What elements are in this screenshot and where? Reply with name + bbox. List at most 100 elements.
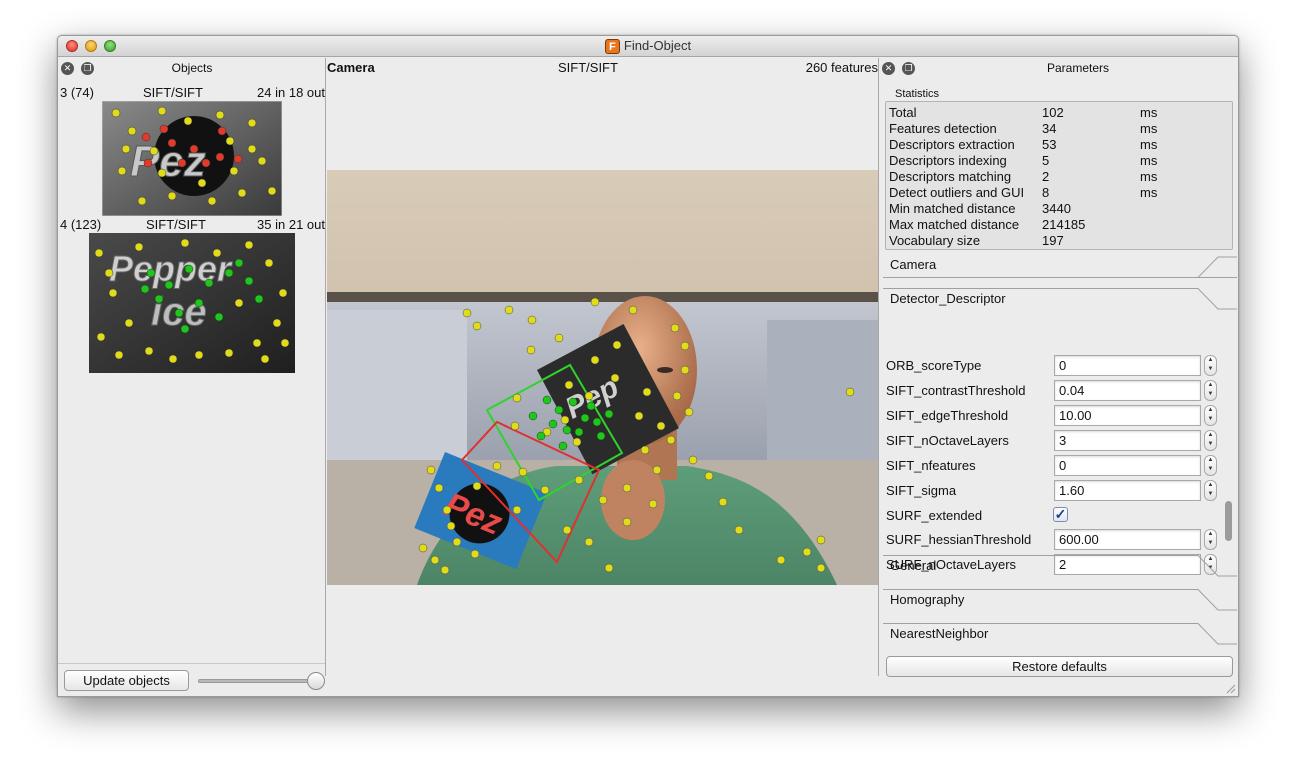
- stat-row: Detect outliers and GUI 8 ms: [889, 185, 1229, 201]
- stat-row: Descriptors indexing 5 ms: [889, 153, 1229, 169]
- param-row: SIFT_nOctaveLayers 3 ▲ ▼: [883, 429, 1223, 454]
- object-3-thumbnail[interactable]: Pez: [102, 101, 282, 216]
- parameters-dock: ✕ ❐ Parameters Statistics Total 102 ms F…: [879, 58, 1238, 677]
- stat-unit: ms: [1140, 105, 1158, 120]
- title-bar: F Find-Object: [58, 36, 1238, 57]
- main-window: F Find-Object ✕ ❐ Objects 3 (74) SIFT/SIF…: [57, 35, 1239, 697]
- object-header: 4 (123) SIFT/SIFT 35 in 21 out: [59, 217, 325, 233]
- stat-row: Max matched distance 214185: [889, 217, 1229, 233]
- object-id-label: 3 (74): [60, 85, 94, 100]
- stat-unit: ms: [1140, 121, 1158, 136]
- section-homography-label: Homography: [890, 592, 965, 607]
- stat-name: Total: [889, 105, 917, 120]
- svg-text:Pez: Pez: [130, 137, 206, 186]
- camera-image[interactable]: Pep Pez: [327, 170, 878, 585]
- objects-dock-title: Objects: [171, 61, 213, 75]
- object-inout-label: 24 in 18 out: [257, 85, 325, 100]
- object-inout-label: 35 in 21 out: [257, 217, 325, 232]
- stat-unit: ms: [1140, 153, 1158, 168]
- param-input[interactable]: 10.00: [1054, 405, 1201, 426]
- statistics-box: Total 102 ms Features detection 34 ms De…: [885, 101, 1233, 250]
- param-spinner-icon[interactable]: ▲ ▼: [1204, 380, 1217, 401]
- object-size-slider-knob[interactable]: [307, 672, 325, 690]
- section-detector-descriptor[interactable]: Detector_Descriptor: [883, 288, 1237, 312]
- param-spinner-icon[interactable]: ▲ ▼: [1204, 405, 1217, 426]
- detector-descriptor-params: ORB_scoreType 0 ▲ ▼ SIFT_contrastThreshol…: [883, 354, 1235, 580]
- stat-row: Features detection 34 ms: [889, 121, 1229, 137]
- stat-name: Min matched distance: [889, 201, 1016, 216]
- param-label: ORB_scoreType: [886, 358, 982, 373]
- param-spinner-icon[interactable]: ▲ ▼: [1204, 355, 1217, 376]
- param-input[interactable]: 0: [1054, 355, 1201, 376]
- objects-bottom-bar: Update objects: [58, 663, 326, 696]
- stat-row: Descriptors matching 2 ms: [889, 169, 1229, 185]
- param-input[interactable]: 0.04: [1054, 380, 1201, 401]
- statistics-group-title: Statistics: [895, 88, 940, 100]
- param-spinner-icon[interactable]: ▲ ▼: [1204, 430, 1217, 451]
- section-homography[interactable]: Homography: [883, 589, 1237, 613]
- stat-name: Features detection: [889, 121, 997, 136]
- stat-name: Vocabulary size: [889, 233, 981, 248]
- object-header: 3 (74) SIFT/SIFT 24 in 18 out: [59, 85, 325, 101]
- update-objects-button[interactable]: Update objects: [64, 670, 189, 691]
- camera-header: Camera SIFT/SIFT 260 features: [327, 60, 878, 76]
- resize-grip-icon[interactable]: [1226, 684, 1236, 694]
- stat-value: 8: [1042, 185, 1050, 200]
- param-label: SURF_extended: [886, 508, 983, 523]
- param-label: SIFT_contrastThreshold: [886, 383, 1026, 398]
- stat-value: 2: [1042, 169, 1050, 184]
- param-label: SIFT_edgeThreshold: [886, 408, 1009, 423]
- section-detector-descriptor-label: Detector_Descriptor: [890, 291, 1006, 306]
- param-row: SURF_extended ✓: [883, 504, 1223, 529]
- stat-unit: ms: [1140, 169, 1158, 184]
- param-label: SIFT_sigma: [886, 483, 957, 498]
- object-algo-label: SIFT/SIFT: [146, 217, 206, 232]
- object-size-slider-track[interactable]: [198, 679, 316, 683]
- param-input[interactable]: 3: [1054, 430, 1201, 451]
- window-title: Find-Object: [623, 38, 692, 53]
- param-input[interactable]: 0: [1054, 455, 1201, 476]
- stat-row: Descriptors extraction 53 ms: [889, 137, 1229, 153]
- surf-extended-checkbox[interactable]: ✓: [1053, 507, 1068, 522]
- camera-label: Camera: [327, 60, 375, 75]
- param-spinner-icon[interactable]: ▲ ▼: [1204, 529, 1217, 550]
- stat-name: Descriptors matching: [889, 169, 1012, 184]
- object-algo-label: SIFT/SIFT: [143, 85, 203, 100]
- stat-unit: ms: [1140, 137, 1158, 152]
- stat-value: 53: [1042, 137, 1057, 152]
- param-label: SURF_hessianThreshold: [886, 532, 1032, 547]
- section-nearest-neighbor[interactable]: NearestNeighbor: [883, 623, 1237, 647]
- camera-panel: Camera SIFT/SIFT 260 features Pez: [326, 58, 878, 676]
- restore-defaults-button[interactable]: Restore defaults: [886, 656, 1233, 677]
- param-row: SIFT_sigma 1.60 ▲ ▼: [883, 479, 1223, 504]
- stat-name: Descriptors indexing: [889, 153, 1007, 168]
- param-input[interactable]: 600.00: [1054, 529, 1201, 550]
- params-scrollbar[interactable]: [1225, 501, 1232, 541]
- stat-name: Detect outliers and GUI: [889, 185, 1025, 200]
- camera-features-count: 260 features: [805, 60, 878, 75]
- camera-algo-label: SIFT/SIFT: [558, 60, 618, 75]
- app-icon: F: [604, 39, 620, 55]
- stat-value: 214185: [1042, 217, 1086, 232]
- section-nearest-neighbor-label: NearestNeighbor: [890, 626, 989, 641]
- section-general-label: General: [890, 558, 937, 573]
- param-row: SURF_hessianThreshold 600.00 ▲ ▼: [883, 528, 1223, 553]
- stat-name: Descriptors extraction: [889, 137, 1015, 152]
- section-general[interactable]: General: [883, 555, 1237, 579]
- param-label: SIFT_nOctaveLayers: [886, 433, 1009, 448]
- stat-value: 102: [1042, 105, 1064, 120]
- stat-value: 3440: [1042, 201, 1071, 216]
- param-row: SIFT_edgeThreshold 10.00 ▲ ▼: [883, 404, 1223, 429]
- param-input[interactable]: 1.60: [1054, 480, 1201, 501]
- section-camera-label: Camera: [890, 257, 937, 272]
- stat-row: Min matched distance 3440: [889, 201, 1229, 217]
- param-spinner-icon[interactable]: ▲ ▼: [1204, 455, 1217, 476]
- object-4-thumbnail[interactable]: Pepper ice: [89, 233, 295, 373]
- param-spinner-icon[interactable]: ▲ ▼: [1204, 480, 1217, 501]
- stat-value: 197: [1042, 233, 1064, 248]
- param-row: ORB_scoreType 0 ▲ ▼: [883, 354, 1223, 379]
- stat-name: Max matched distance: [889, 217, 1020, 232]
- stat-value: 34: [1042, 121, 1057, 136]
- section-camera[interactable]: Camera: [883, 254, 1237, 278]
- window-title-area: F Find-Object: [58, 38, 1238, 55]
